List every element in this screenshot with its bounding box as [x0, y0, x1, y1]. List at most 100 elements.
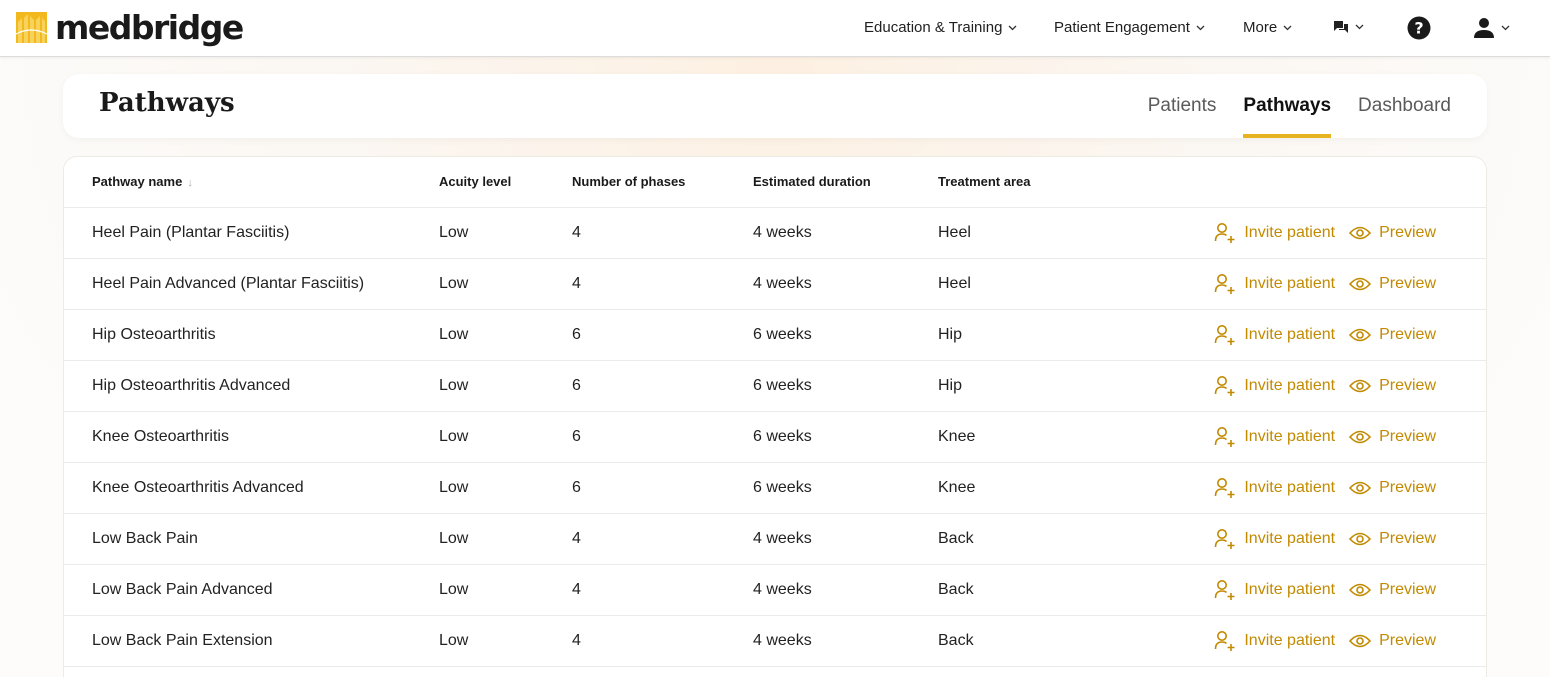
invite-patient-button[interactable]: Invite patient: [1214, 324, 1335, 346]
cell-treatment-area: Hip: [938, 309, 1178, 361]
nav-help[interactable]: ?: [1407, 16, 1431, 40]
cell-acuity: Low: [439, 615, 572, 667]
page-title: Pathways: [99, 88, 235, 118]
cell-acuity: Low: [439, 258, 572, 310]
cell-actions: Invite patient Preview: [1178, 309, 1486, 361]
invite-patient-button[interactable]: Invite patient: [1214, 579, 1335, 601]
cell-acuity: Low: [439, 207, 572, 259]
eye-icon: [1349, 481, 1372, 494]
cell-pathway-name: Heel Pain (Plantar Fasciitis): [64, 207, 439, 259]
column-header-treatment-area: Treatment area: [938, 157, 1178, 208]
invite-patient-label: Invite patient: [1244, 580, 1336, 598]
preview-button[interactable]: Preview: [1349, 479, 1436, 497]
preview-label: Preview: [1379, 427, 1436, 445]
cell-duration: 4 weeks: [753, 513, 938, 565]
invite-patient-label: Invite patient: [1244, 478, 1336, 496]
table-row: Low Back Pain Low 4 4 weeks Back Invite …: [64, 513, 1486, 565]
row-actions: Invite patient Preview: [1178, 528, 1486, 550]
chevron-down-icon: [1196, 25, 1205, 30]
preview-button[interactable]: Preview: [1349, 428, 1436, 446]
preview-button[interactable]: Preview: [1349, 581, 1436, 599]
tab-pathways[interactable]: Pathways: [1243, 74, 1331, 138]
cell-duration: 4 weeks: [753, 258, 938, 310]
preview-label: Preview: [1379, 529, 1436, 547]
eye-icon: [1349, 379, 1372, 392]
invite-patient-label: Invite patient: [1244, 631, 1336, 649]
preview-label: Preview: [1379, 223, 1436, 241]
invite-patient-button[interactable]: Invite patient: [1214, 630, 1335, 652]
cell-duration: 6 weeks: [753, 360, 938, 412]
cell-treatment-area: Back: [938, 615, 1178, 667]
row-actions: Invite patient Preview: [1178, 222, 1486, 244]
eye-icon: [1349, 328, 1372, 341]
cell-treatment-area: Hip: [938, 360, 1178, 412]
table-row: Knee Osteoarthritis Low 6 6 weeks Knee I…: [64, 411, 1486, 463]
question-circle-icon: ?: [1407, 16, 1431, 40]
chevron-down-icon: [1008, 25, 1017, 30]
preview-button[interactable]: Preview: [1349, 224, 1436, 242]
add-user-icon: [1215, 528, 1235, 549]
nav-more[interactable]: More: [1243, 19, 1292, 36]
nav-user-menu[interactable]: [1473, 17, 1510, 39]
column-header-pathway-name[interactable]: Pathway name ↓: [64, 157, 439, 208]
brand-logo[interactable]: medbridge: [16, 8, 244, 47]
preview-button[interactable]: Preview: [1349, 530, 1436, 548]
row-actions: Invite patient Preview: [1178, 426, 1486, 448]
column-header-duration: Estimated duration: [753, 157, 938, 208]
cell-phases: 4: [572, 207, 753, 259]
nav-education-training[interactable]: Education & Training: [864, 19, 1017, 36]
preview-button[interactable]: Preview: [1349, 275, 1436, 293]
add-user-icon: [1215, 477, 1235, 498]
preview-button[interactable]: Preview: [1349, 326, 1436, 344]
eye-icon: [1349, 634, 1372, 647]
top-navigation-bar: medbridge Education & Training Patient E…: [0, 0, 1550, 57]
invite-patient-button[interactable]: Invite patient: [1214, 273, 1335, 295]
brand-name: medbridge: [55, 8, 244, 47]
nav-patient-engagement[interactable]: Patient Engagement: [1054, 19, 1205, 36]
page-header: Pathways Patients Pathways Dashboard: [63, 74, 1487, 138]
cell-phases: 6: [572, 360, 753, 412]
column-header-actions: [1178, 157, 1486, 208]
invite-patient-button[interactable]: Invite patient: [1214, 477, 1335, 499]
invite-patient-label: Invite patient: [1244, 325, 1336, 343]
cell-acuity: Low: [439, 513, 572, 565]
cell-pathway-name: Low Back Pain Advanced: [64, 564, 439, 616]
preview-label: Preview: [1379, 478, 1436, 496]
cell-acuity: Low: [439, 360, 572, 412]
table-row: Heel Pain (Plantar Fasciitis) Low 4 4 we…: [64, 207, 1486, 259]
add-user-icon: [1215, 426, 1235, 447]
cell-duration: 4 weeks: [753, 615, 938, 667]
cell-duration: 6 weeks: [753, 411, 938, 463]
table-header-row: Pathway name ↓ Acuity level Number of pha…: [64, 157, 1486, 208]
pathways-table-card: Pathway name ↓ Acuity level Number of pha…: [63, 156, 1487, 677]
add-user-icon: [1215, 630, 1235, 651]
cell-treatment-area: Knee: [938, 411, 1178, 463]
preview-button[interactable]: Preview: [1349, 632, 1436, 650]
invite-patient-button[interactable]: Invite patient: [1214, 222, 1335, 244]
row-actions: Invite patient Preview: [1178, 375, 1486, 397]
cell-treatment-area: Back: [938, 513, 1178, 565]
invite-patient-button[interactable]: Invite patient: [1214, 426, 1335, 448]
table-row: Low Back Pain Advanced Low 4 4 weeks Bac…: [64, 564, 1486, 616]
tab-patients[interactable]: Patients: [1148, 74, 1217, 138]
cell-actions: Invite patient Preview: [1178, 513, 1486, 565]
cell-duration: 4 weeks: [753, 207, 938, 259]
row-actions: Invite patient Preview: [1178, 273, 1486, 295]
row-actions: Invite patient Preview: [1178, 579, 1486, 601]
invite-patient-button[interactable]: Invite patient: [1214, 528, 1335, 550]
tab-dashboard[interactable]: Dashboard: [1358, 74, 1451, 138]
chat-bubbles-icon: [1334, 21, 1348, 33]
invite-patient-label: Invite patient: [1244, 376, 1336, 394]
cell-duration: 6 weeks: [753, 462, 938, 514]
cell-pathway-name: Knee Osteoarthritis Advanced: [64, 462, 439, 514]
cell-actions: Invite patient Preview: [1178, 360, 1486, 412]
invite-patient-button[interactable]: Invite patient: [1214, 375, 1335, 397]
chevron-down-icon: [1355, 24, 1364, 30]
cell-pathway-name: Hip Osteoarthritis: [64, 309, 439, 361]
add-user-icon: [1215, 324, 1235, 345]
nav-messages[interactable]: [1333, 19, 1364, 35]
preview-label: Preview: [1379, 274, 1436, 292]
preview-button[interactable]: Preview: [1349, 377, 1436, 395]
cell-phases: 4: [572, 513, 753, 565]
cell-treatment-area: Heel: [938, 258, 1178, 310]
